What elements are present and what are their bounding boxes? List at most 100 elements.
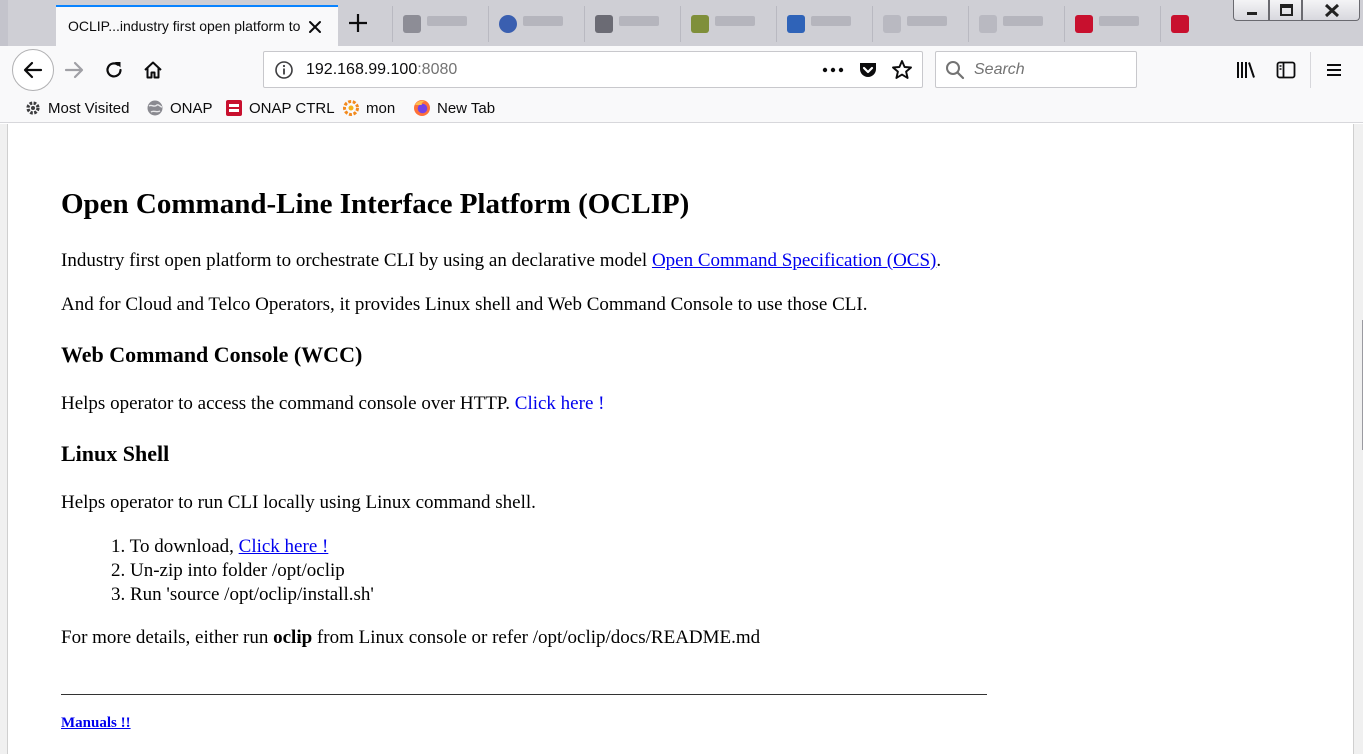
tab-oclip[interactable]: OCLIP...industry first open platform to <box>56 5 338 46</box>
back-arrow-icon <box>23 61 43 79</box>
intro-text: Industry first open platform to orchestr… <box>61 250 652 271</box>
bookmark-label: Most Visited <box>48 99 130 117</box>
window-minimize-button[interactable] <box>1233 0 1269 21</box>
menu-button[interactable] <box>1318 54 1350 86</box>
background-tab[interactable] <box>584 6 680 42</box>
wcc-text: Helps operator to access the command con… <box>61 393 515 414</box>
wcc-click-here-link[interactable]: Click here ! <box>515 393 605 414</box>
step-text: To download, <box>129 536 239 557</box>
tab-favicon-icon <box>979 15 997 33</box>
pocket-icon[interactable] <box>856 58 880 82</box>
tab-favicon-icon <box>595 15 613 33</box>
page-title: Open Command-Line Interface Platform (OC… <box>61 188 690 220</box>
library-button[interactable] <box>1230 54 1262 86</box>
minimize-icon <box>1247 12 1257 15</box>
download-click-here-link[interactable]: Click here ! <box>239 536 329 557</box>
more-dots-icon[interactable] <box>820 59 846 81</box>
background-tab[interactable] <box>1160 6 1230 42</box>
reload-icon <box>106 62 122 78</box>
sidebar-button[interactable] <box>1270 54 1302 86</box>
background-tab[interactable] <box>872 6 968 42</box>
library-icon <box>1237 62 1255 78</box>
background-tab[interactable] <box>968 6 1064 42</box>
tab-favicon-icon <box>499 15 517 33</box>
window-close-button[interactable] <box>1302 0 1360 21</box>
new-tab-button[interactable] <box>343 9 373 37</box>
background-tab[interactable] <box>488 6 584 42</box>
reload-button[interactable] <box>98 54 130 86</box>
bookmark-mon[interactable]: mon <box>342 97 395 119</box>
operators-paragraph: And for Cloud and Telco Operators, it pr… <box>61 294 868 315</box>
list-item: 1. To download, Click here ! <box>111 536 374 560</box>
wcc-heading: Web Command Console (WCC) <box>61 342 363 367</box>
tab-label-placeholder <box>1099 16 1139 26</box>
oclip-command: oclip <box>273 627 313 648</box>
details-pre: For more details, either run <box>61 627 274 648</box>
grafana-icon <box>342 99 360 117</box>
horizontal-rule <box>61 694 987 695</box>
back-button[interactable] <box>12 49 54 91</box>
gear-icon <box>24 99 42 117</box>
step-number: 1. <box>111 536 126 557</box>
menu-icon <box>1327 64 1341 76</box>
background-tab[interactable] <box>392 6 488 42</box>
tab-favicon-icon <box>1171 15 1189 33</box>
linux-shell-heading: Linux Shell <box>61 441 170 466</box>
wcc-paragraph: Helps operator to access the command con… <box>61 393 604 415</box>
bookmark-label: ONAP CTRL <box>249 99 335 117</box>
tab-title: OCLIP...industry first open platform to <box>68 18 300 34</box>
star-icon[interactable] <box>890 58 914 82</box>
background-tab[interactable] <box>776 6 872 42</box>
close-icon <box>1324 3 1340 18</box>
home-button[interactable] <box>137 54 169 86</box>
sidebar-icon <box>1276 61 1296 79</box>
manuals-link[interactable]: Manuals !! <box>61 715 131 732</box>
step-text: Run 'source /opt/oclip/install.sh' <box>130 584 374 605</box>
search-input[interactable] <box>974 58 1124 82</box>
onap-ctrl-icon <box>225 99 243 117</box>
bookmark-label: mon <box>366 99 396 117</box>
tab-favicon-icon <box>1075 15 1093 33</box>
tab-favicon-icon <box>883 15 901 33</box>
details-post: from Linux console or refer /opt/oclip/d… <box>312 627 761 648</box>
url-host: 192.168.99.100 <box>306 61 418 78</box>
bookmark-onap-ctrl[interactable]: ONAP CTRL <box>225 97 335 119</box>
forward-button[interactable] <box>58 54 90 86</box>
bookmark-new-tab[interactable]: New Tab <box>413 97 495 119</box>
navigation-toolbar: 192.168.99.100:8080 <box>0 46 1363 94</box>
url-bar[interactable]: 192.168.99.100:8080 <box>263 51 923 88</box>
linux-shell-paragraph: Helps operator to run CLI locally using … <box>61 492 536 513</box>
toolbar-separator <box>1310 52 1311 88</box>
window-edge <box>0 0 8 46</box>
page-content: Open Command-Line Interface Platform (OC… <box>8 124 1353 754</box>
search-icon <box>944 59 966 81</box>
tab-label-placeholder <box>907 16 947 26</box>
step-text: Un-zip into folder /opt/oclip <box>130 560 345 581</box>
bookmark-most-visited[interactable]: Most Visited <box>24 97 129 119</box>
window-maximize-button[interactable] <box>1269 0 1302 21</box>
tab-label-placeholder <box>811 16 851 26</box>
tab-label-placeholder <box>619 16 659 26</box>
tab-favicon-icon <box>691 15 709 33</box>
install-steps-list: 1. To download, Click here ! 2. Un-zip i… <box>111 536 374 608</box>
background-tab[interactable] <box>680 6 776 42</box>
tab-label-placeholder <box>1003 16 1043 26</box>
tab-strip: OCLIP...industry first open platform to <box>0 0 1363 46</box>
ocs-link[interactable]: Open Command Specification (OCS) <box>652 250 936 271</box>
intro-paragraph: Industry first open platform to orchestr… <box>61 250 941 272</box>
bookmark-label: New Tab <box>437 99 496 117</box>
url-text[interactable]: 192.168.99.100:8080 <box>306 61 457 79</box>
bookmark-onap[interactable]: ONAP <box>146 97 213 119</box>
window-frame-left <box>0 124 8 754</box>
step-number: 3. <box>111 584 126 605</box>
info-icon[interactable] <box>274 60 294 80</box>
tab-label-placeholder <box>715 16 755 26</box>
forward-arrow-icon <box>64 61 84 79</box>
search-bar[interactable] <box>935 51 1137 88</box>
maximize-icon <box>1280 4 1293 16</box>
bookmarks-toolbar: Most Visited ONAP ONAP CTRL mon New Tab <box>0 94 1363 123</box>
background-tab[interactable] <box>1064 6 1160 42</box>
window-frame-right <box>1353 124 1363 754</box>
close-icon[interactable] <box>304 16 326 38</box>
details-paragraph: For more details, either run oclip from … <box>61 627 760 649</box>
